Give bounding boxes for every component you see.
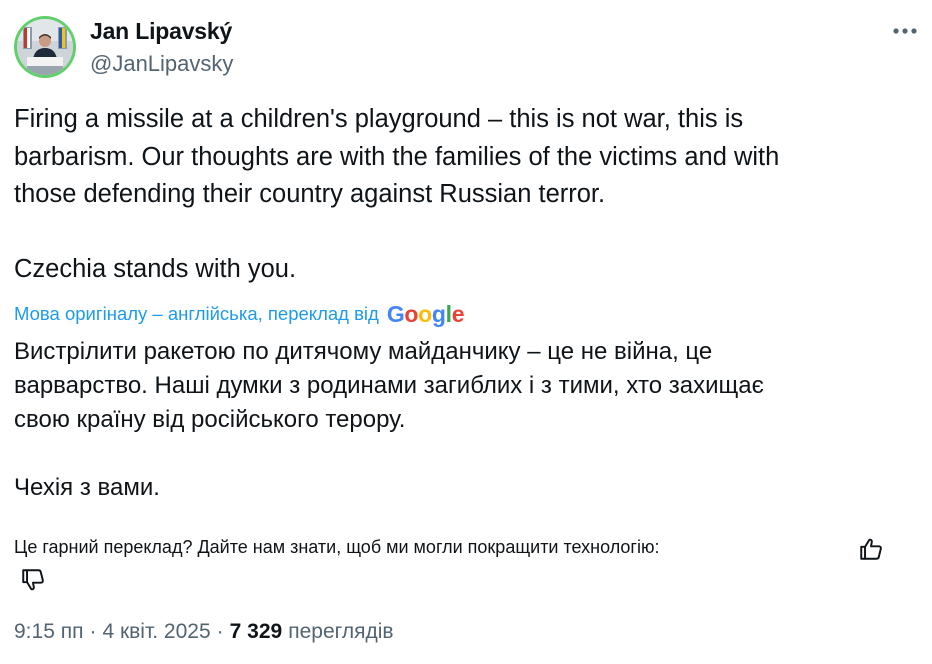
thumbs-up-icon xyxy=(860,538,882,560)
tweet-date[interactable]: 4 квіт. 2025 xyxy=(102,620,210,644)
translation-feedback-prompt: Це гарний переклад? Дайте нам знати, щоб… xyxy=(14,537,660,557)
google-logo: Google xyxy=(386,300,465,327)
tweet-text: Firing a missile at a children's playgro… xyxy=(14,105,780,283)
avatar-photo xyxy=(17,19,73,75)
thumbs-up-button[interactable] xyxy=(858,536,884,562)
meta-separator: · xyxy=(89,620,97,643)
author-display-name[interactable]: Jan Lipavský xyxy=(90,18,232,45)
tweet-time[interactable]: 9:15 пп xyxy=(14,620,83,644)
views-count[interactable]: 7 329 xyxy=(230,620,283,644)
meta-separator: · xyxy=(216,620,224,643)
more-button[interactable] xyxy=(890,18,920,44)
views-label: переглядів xyxy=(288,620,394,643)
translation-attribution[interactable]: Мова оригіналу – англійська, переклад ві… xyxy=(14,300,465,328)
translated-text: Вистрілити ракетою по дитячому майданчик… xyxy=(14,338,764,501)
thumbs-down-button[interactable] xyxy=(20,567,46,593)
more-horizontal-icon xyxy=(893,28,917,34)
tweet-meta: 9:15 пп · 4 квіт. 2025 · 7 329 перегляді… xyxy=(14,620,394,644)
translation-label: Мова оригіналу – англійська, переклад ві… xyxy=(14,303,379,324)
author-handle[interactable]: @JanLipavsky xyxy=(90,51,233,77)
thumbs-down-icon xyxy=(22,569,44,591)
avatar[interactable] xyxy=(14,16,76,78)
